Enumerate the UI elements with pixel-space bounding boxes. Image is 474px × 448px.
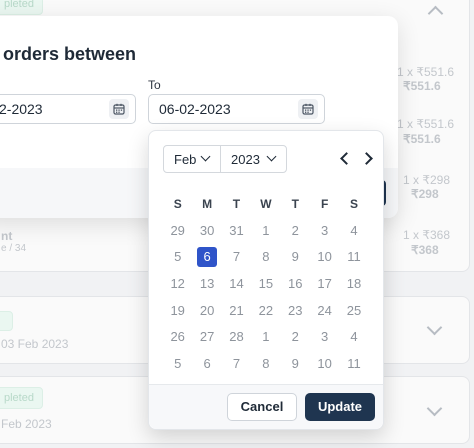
calendar-day[interactable]: 9 <box>281 246 310 268</box>
chevron-up-icon[interactable] <box>427 5 444 22</box>
calendar-day[interactable]: 2 <box>281 220 310 242</box>
calendar-day[interactable]: 1 <box>251 326 280 348</box>
item-price-detail: 1 x ₹298 <box>403 173 450 187</box>
to-date-input[interactable]: 06-02-2023 <box>148 94 325 124</box>
calendar-day[interactable]: 8 <box>251 353 280 375</box>
item-price: ₹551.6 <box>403 132 441 146</box>
calendar-day[interactable]: 24 <box>310 300 339 322</box>
calendar-day[interactable]: 5 <box>163 246 192 268</box>
chevron-down-icon <box>200 151 211 162</box>
calendar-day[interactable]: 28 <box>222 326 251 348</box>
calendar-week-row: 19 20 21 22 23 24 25 <box>163 297 369 324</box>
item-price: ₹298 <box>411 187 439 201</box>
weekday-label: W <box>260 197 272 212</box>
item-name: nt <box>1 229 13 243</box>
calendar-day[interactable]: 1 <box>251 220 280 242</box>
modal-title: orders between <box>3 44 137 64</box>
calendar-day[interactable]: 25 <box>339 300 368 322</box>
chevron-down-icon[interactable] <box>426 319 443 336</box>
item-price-detail: 1 x ₹368 <box>403 228 450 242</box>
order-date: 03 Feb 2023 <box>1 337 69 351</box>
calendar-day[interactable]: 12 <box>163 273 192 295</box>
weekday-label: T <box>291 197 299 212</box>
to-label: To <box>148 78 161 92</box>
year-select-value: 2023 <box>231 152 260 167</box>
update-button[interactable]: Update <box>305 393 375 421</box>
order-date: Feb 2023 <box>1 417 52 431</box>
calendar-week-row: 5 6 7 8 9 10 11 <box>163 244 369 271</box>
calendar-day[interactable]: 16 <box>281 273 310 295</box>
chevron-down-icon[interactable] <box>426 400 443 417</box>
weekday-header: S M T W T F S <box>163 191 369 218</box>
calendar-day[interactable]: 4 <box>339 220 368 242</box>
calendar-day[interactable]: 14 <box>222 273 251 295</box>
calendar-day-selected[interactable]: 6 <box>192 246 221 268</box>
calendar-day[interactable]: 11 <box>339 246 368 268</box>
weekday-label: S <box>173 197 182 212</box>
year-select[interactable]: 2023 <box>220 145 287 173</box>
calendar-day[interactable]: 7 <box>222 246 251 268</box>
date-picker-popup: Feb 2023 S M T W T F S 29 30 31 1 2 3 4 5 6 7 8 9 10… <box>148 130 384 430</box>
calendar-day[interactable]: 18 <box>339 273 368 295</box>
from-date-value: 2-2023 <box>0 101 43 117</box>
chevron-down-icon <box>266 151 277 162</box>
from-date-input[interactable]: 2-2023 <box>0 94 136 124</box>
picker-footer: Cancel Update <box>149 384 383 429</box>
status-badge: pleted <box>0 0 43 15</box>
weekday-label: F <box>320 197 329 212</box>
calendar-day[interactable]: 13 <box>192 273 221 295</box>
calendar-day[interactable]: 11 <box>339 353 368 375</box>
calendar-day[interactable]: 26 <box>163 326 192 348</box>
calendar-day[interactable]: 4 <box>339 326 368 348</box>
month-select-value: Feb <box>174 152 197 167</box>
status-badge: pleted <box>0 387 43 409</box>
calendar-day[interactable]: 6 <box>192 353 221 375</box>
calendar-day[interactable]: 15 <box>251 273 280 295</box>
calendar-day[interactable]: 8 <box>251 246 280 268</box>
weekday-label: S <box>350 197 359 212</box>
calendar-day[interactable]: 23 <box>281 300 310 322</box>
calendar-day[interactable]: 9 <box>281 353 310 375</box>
calendar-week-row: 5 6 7 8 9 10 11 <box>163 351 369 378</box>
cancel-button[interactable]: Cancel <box>227 393 297 421</box>
calendar-icon[interactable] <box>109 99 129 119</box>
calendar-day[interactable]: 20 <box>192 300 221 322</box>
month-select[interactable]: Feb <box>163 145 221 173</box>
calendar-day[interactable]: 22 <box>251 300 280 322</box>
calendar-day[interactable]: 29 <box>163 220 192 242</box>
item-price: ₹551.6 <box>403 79 441 93</box>
calendar-day[interactable]: 19 <box>163 300 192 322</box>
calendar-day[interactable]: 31 <box>222 220 251 242</box>
calendar-day[interactable]: 7 <box>222 353 251 375</box>
item-price: ₹368 <box>411 243 439 257</box>
item-price-detail: 1 x ₹551.6 <box>397 65 455 79</box>
weekday-label: M <box>202 197 213 212</box>
status-badge <box>0 311 13 331</box>
to-date-value: 06-02-2023 <box>159 101 231 117</box>
calendar-week-row: 26 27 28 1 2 3 4 <box>163 324 369 351</box>
calendar-day[interactable]: 10 <box>310 246 339 268</box>
item-price-detail: 1 x ₹551.6 <box>397 117 455 131</box>
calendar-day[interactable]: 30 <box>192 220 221 242</box>
item-subtext: e / 34 <box>1 243 27 254</box>
weekday-label: T <box>232 197 241 212</box>
calendar-day[interactable]: 5 <box>163 353 192 375</box>
calendar-grid: S M T W T F S 29 30 31 1 2 3 4 5 6 7 8 9 10 11 12 13 14 1… <box>163 191 369 377</box>
prev-month-icon[interactable] <box>340 152 353 165</box>
next-month-icon[interactable] <box>360 152 373 165</box>
calendar-day[interactable]: 3 <box>310 326 339 348</box>
calendar-day[interactable]: 10 <box>310 353 339 375</box>
calendar-week-row: 29 30 31 1 2 3 4 <box>163 218 369 245</box>
calendar-day[interactable]: 2 <box>281 326 310 348</box>
calendar-week-row: 12 13 14 15 16 17 18 <box>163 271 369 298</box>
calendar-day[interactable]: 21 <box>222 300 251 322</box>
calendar-day[interactable]: 3 <box>310 220 339 242</box>
calendar-day[interactable]: 17 <box>310 273 339 295</box>
calendar-icon[interactable] <box>298 99 318 119</box>
calendar-day[interactable]: 27 <box>192 326 221 348</box>
